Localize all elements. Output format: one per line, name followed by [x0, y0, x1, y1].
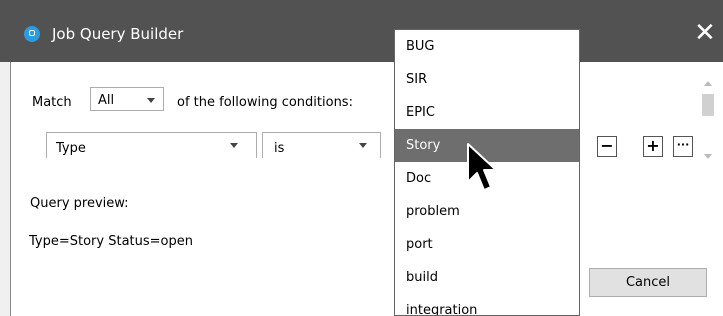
condition-operator-select[interactable]: is [262, 132, 381, 158]
match-label: Match [32, 95, 72, 110]
match-select[interactable]: All [90, 87, 164, 111]
dropdown-item[interactable]: EPIC [395, 96, 579, 129]
scroll-up-icon[interactable] [704, 81, 712, 86]
app-logo-icon [24, 26, 40, 42]
add-condition-button[interactable]: + [643, 136, 663, 157]
scroll-down-icon[interactable] [704, 154, 712, 159]
dropdown-item-label: build [406, 270, 438, 285]
more-options-button[interactable]: ··· [673, 136, 693, 157]
match-select-value: All [98, 93, 115, 108]
dropdown-item-label: integration [406, 303, 478, 316]
dropdown-item-label: port [406, 237, 433, 252]
dropdown-item[interactable]: build [395, 261, 579, 294]
dropdown-item-label: SIR [406, 72, 428, 87]
title-bar: Job Query Builder ✕ [0, 0, 723, 62]
chevron-down-icon [147, 98, 155, 103]
dropdown-item-label: BUG [406, 39, 435, 54]
query-preview-text: Type=Story Status=open [29, 234, 193, 249]
remove-condition-button[interactable]: − [597, 136, 617, 157]
dropdown-item[interactable]: port [395, 228, 579, 261]
condition-field-select[interactable]: Type [46, 132, 257, 158]
close-icon[interactable]: ✕ [694, 20, 716, 46]
mouse-pointer-icon [467, 143, 497, 191]
conditions-label: of the following conditions: [177, 95, 353, 110]
dropdown-item[interactable]: integration [395, 294, 579, 316]
dropdown-item[interactable]: problem [395, 195, 579, 228]
dropdown-item-label: Doc [406, 171, 432, 186]
window-title: Job Query Builder [52, 25, 184, 43]
query-preview-label: Query preview: [30, 196, 129, 211]
dropdown-item[interactable]: SIR [395, 63, 579, 96]
chevron-down-icon [230, 143, 238, 148]
query-builder-dialog: Match All of the following conditions: T… [10, 62, 723, 316]
dropdown-item[interactable]: BUG [395, 30, 579, 63]
chevron-down-icon [359, 143, 367, 148]
dropdown-item-label: problem [406, 204, 460, 219]
cancel-button[interactable]: Cancel [589, 268, 707, 297]
scroll-thumb[interactable] [702, 94, 714, 116]
dropdown-item-label: Story [406, 138, 441, 153]
condition-field-value: Type [56, 141, 86, 156]
conditions-scrollbar[interactable] [701, 76, 715, 166]
dropdown-item-label: EPIC [406, 105, 435, 120]
condition-operator-value: is [274, 141, 285, 156]
